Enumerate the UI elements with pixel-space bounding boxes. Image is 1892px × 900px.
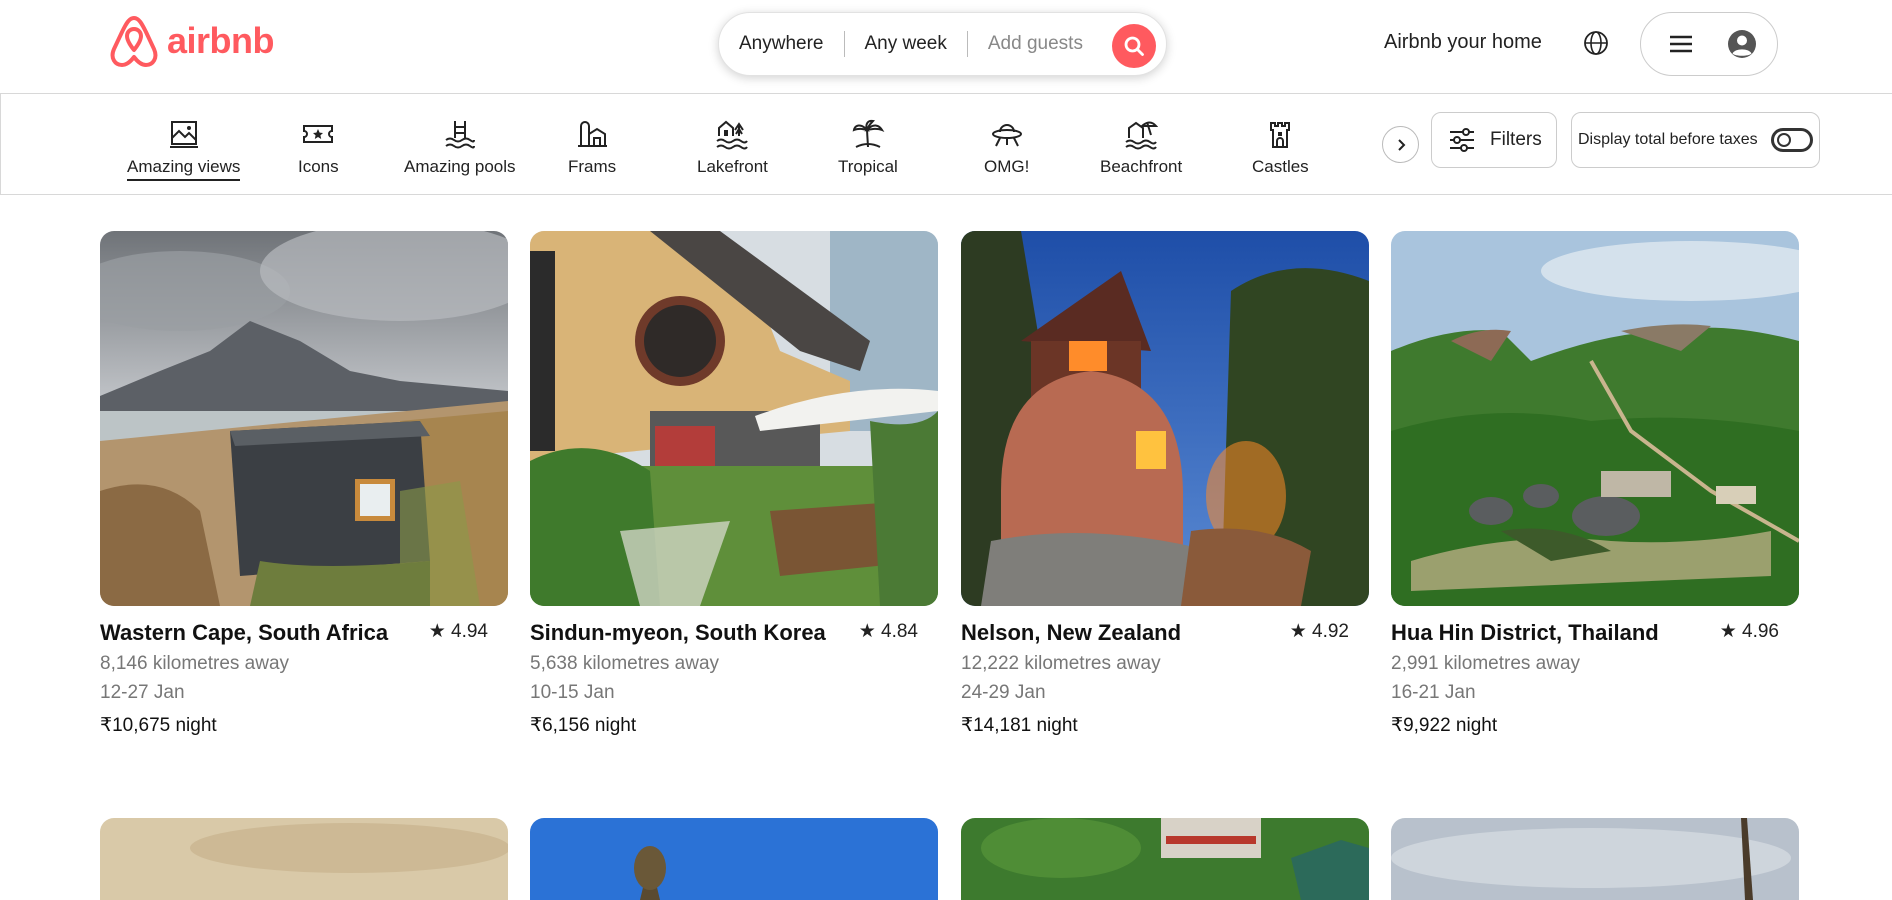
pools-icon [445,121,475,149]
listing-dates: 16-21 Jan [1391,682,1476,703]
listing-card[interactable] [1391,818,1799,900]
category-label: Frams [568,157,617,176]
globe-icon[interactable] [1582,29,1610,57]
display-total-label: Display total before taxes [1578,131,1758,148]
listing-title[interactable]: Wastern Cape, South Africa [100,620,388,646]
lakefront-icon [716,120,749,150]
listing-card[interactable] [530,818,938,900]
sunset-photo [100,818,508,900]
search-when[interactable]: Any week [865,33,947,55]
listing-price: ₹10,675 night [100,715,217,736]
display-total-toggle[interactable] [1771,128,1813,152]
listing-dates: 24-29 Jan [961,682,1046,703]
listing-dates: 10-15 Jan [530,682,615,703]
host-link[interactable]: Airbnb your home [1384,31,1542,54]
palm-photo [1391,818,1799,900]
category-icons[interactable]: Icons [298,118,339,177]
category-label: Tropical [838,157,898,176]
search-divider [843,31,845,57]
category-label: Lakefront [697,157,768,176]
resort-photo [1391,231,1799,606]
blue-sky-photo [530,818,938,900]
search-button[interactable] [1112,24,1156,68]
listing-dates: 12-27 Jan [100,682,185,703]
cabin-photo [100,231,508,606]
listing-photo[interactable] [530,231,938,606]
category-amazing-views[interactable]: Amazing views [127,118,241,181]
listing-distance: 12,222 kilometres away [961,653,1161,674]
toggle-knob [1777,133,1791,147]
category-beachfront[interactable]: Beachfront [1100,118,1182,177]
category-tropical[interactable]: Tropical [838,118,898,177]
tropical-icon [852,119,885,148]
listing-photo[interactable] [1391,818,1799,900]
listing-photo[interactable] [961,818,1369,900]
listing-rating: ★ 4.94 [428,621,488,642]
dome-house-photo [961,231,1369,606]
listing-rating: ★ 4.92 [1289,621,1349,642]
listing-photo[interactable] [100,231,508,606]
airbnb-logo[interactable]: airbnb [109,14,275,68]
category-label: OMG! [984,157,1030,176]
castle-icon [1270,122,1291,148]
listing-photo[interactable] [1391,231,1799,606]
ufo-icon [991,124,1022,147]
search-divider [966,31,968,57]
category-label: Castles [1252,157,1309,176]
listing-distance: 5,638 kilometres away [530,653,720,674]
listing-photo[interactable] [961,231,1369,606]
listing-rating: ★ 4.96 [1719,621,1779,642]
category-amazing-pools[interactable]: Amazing pools [404,118,516,177]
listing-card[interactable]: Nelson, New Zealand ★ 4.92 12,222 kilome… [961,231,1369,737]
listing-distance: 8,146 kilometres away [100,653,290,674]
category-next-button[interactable] [1382,126,1419,163]
listing-card[interactable]: Wastern Cape, South Africa ★ 4.94 8,146 … [100,231,508,737]
category-lakefront[interactable]: Lakefront [697,118,768,177]
category-castles[interactable]: Castles [1252,118,1309,177]
category-label: Amazing pools [404,157,516,176]
farms-icon [578,121,608,147]
category-farms[interactable]: Frams [568,118,616,177]
category-label: Icons [298,157,339,176]
category-omg[interactable]: OMG! [984,118,1029,177]
search-icon [1124,36,1144,56]
listing-photo[interactable] [100,818,508,900]
listing-price: ₹9,922 night [1391,715,1498,736]
brand-name: airbnb [167,20,275,61]
listing-title[interactable]: Nelson, New Zealand [961,620,1181,646]
listing-card[interactable]: Hua Hin District, Thailand ★ 4.96 2,991 … [1391,231,1799,737]
listing-card[interactable] [100,818,508,900]
listing-title[interactable]: Hua Hin District, Thailand [1391,620,1659,646]
listing-price: ₹14,181 night [961,715,1078,736]
top-header: airbnb Anywhere Any week Add guests Airb… [0,0,1892,94]
user-menu-button[interactable] [1640,12,1778,76]
listing-title[interactable]: Sindun-myeon, South Korea [530,620,826,646]
listing-photo[interactable] [530,818,938,900]
listing-rating: ★ 4.84 [858,621,918,642]
category-bar: Amazing views Icons Amazing pools Frams [0,94,1892,195]
icons-icon [303,125,334,143]
display-total-toggle-row[interactable]: Display total before taxes [1571,112,1820,168]
avatar-icon [1728,30,1756,58]
filters-label: Filters [1490,129,1542,150]
search-where[interactable]: Anywhere [739,33,824,55]
listing-card[interactable]: Sindun-myeon, South Korea ★ 4.84 5,638 k… [530,231,938,737]
airbnb-logo-icon [110,16,158,67]
menu-icon [1670,35,1692,53]
guitar-house-photo [530,231,938,606]
filters-button[interactable]: Filters [1431,112,1557,168]
amazing-views-icon [169,121,198,148]
category-label: Amazing views [127,157,241,181]
jungle-house-photo [961,818,1369,900]
search-bar[interactable]: Anywhere Any week Add guests [718,12,1167,76]
category-label: Beachfront [1100,157,1183,176]
search-guests[interactable]: Add guests [988,33,1083,55]
chevron-right-icon [1397,138,1405,151]
listing-price: ₹6,156 night [530,715,637,736]
beachfront-icon [1125,121,1159,150]
listing-card[interactable] [961,818,1369,900]
listing-distance: 2,991 kilometres away [1391,653,1581,674]
filters-icon [1450,128,1474,152]
